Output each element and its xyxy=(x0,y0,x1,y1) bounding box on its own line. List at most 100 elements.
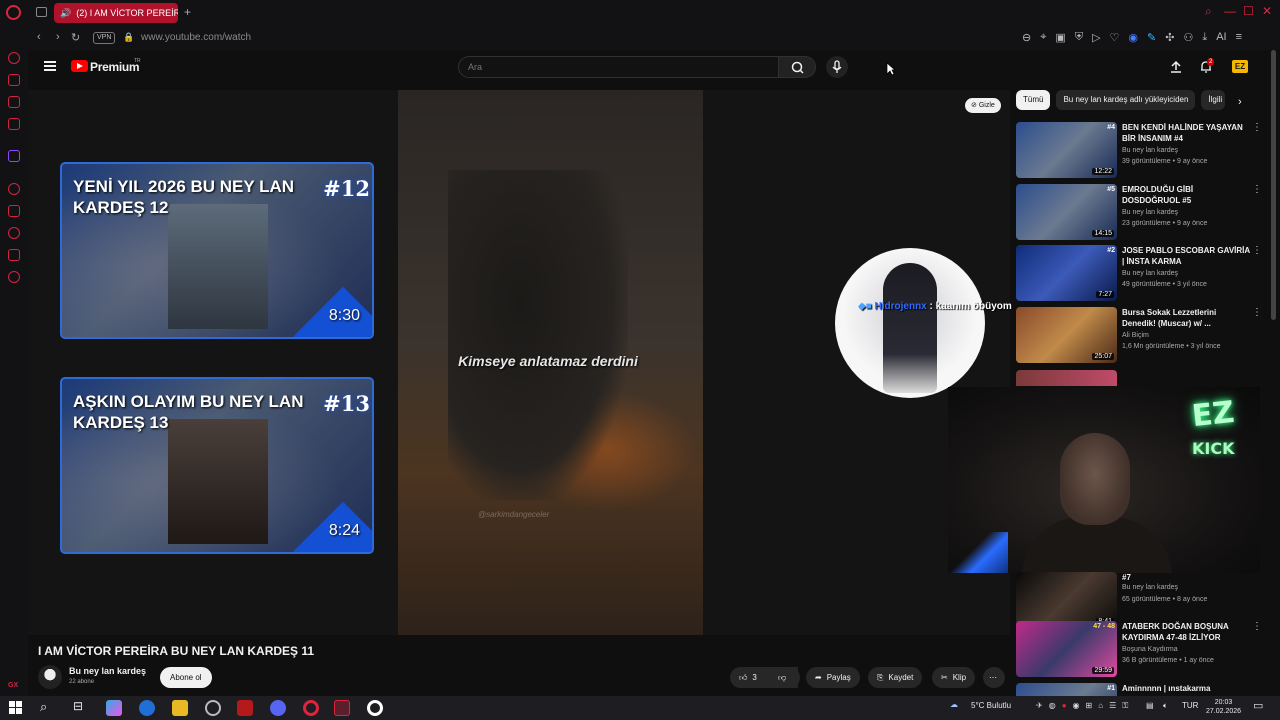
recommendation-thumbnail[interactable]: 47 - 48 29:59 xyxy=(1016,621,1117,677)
reload-icon[interactable]: ↻ xyxy=(71,31,80,44)
player-icon[interactable]: ▷ xyxy=(1092,31,1100,45)
tray-app-icon[interactable]: ✈ xyxy=(1036,701,1043,711)
end-card-video[interactable]: AŞKIN OLAYIM BU NEY LAN KARDEŞ 13 #13 8:… xyxy=(60,377,374,554)
chip-from-uploader[interactable]: Bu ney lan kardeş adlı yükleyiciden xyxy=(1056,90,1196,110)
more-actions-button[interactable]: ⋯ xyxy=(983,667,1005,688)
search-button[interactable] xyxy=(778,56,816,78)
profile-icon[interactable]: ⚇ xyxy=(1183,31,1193,45)
network-icon[interactable]: ▤ xyxy=(1146,701,1154,710)
pin-icon[interactable]: ⌖ xyxy=(1040,31,1046,45)
language-indicator[interactable]: TUR xyxy=(1182,701,1198,710)
back-icon[interactable]: ‹ xyxy=(37,31,41,43)
new-tab-icon[interactable]: + xyxy=(184,5,191,19)
chevron-right-icon[interactable]: › xyxy=(1238,96,1242,108)
channel-name[interactable]: Bu ney lan kardeş xyxy=(69,666,146,676)
end-card-video[interactable]: YENİ YIL 2026 BU NEY LAN KARDEŞ 12 #12 8… xyxy=(60,162,374,339)
chip-all[interactable]: Tümü xyxy=(1016,90,1051,110)
recommendation-thumbnail[interactable]: 25:07 xyxy=(1016,307,1117,363)
more-vertical-icon[interactable]: ⋮ xyxy=(1252,621,1262,632)
recommendation-item[interactable]: 47 - 48 29:59 ATABERK DOĞAN BOŞUNA KAYDIR… xyxy=(1016,621,1266,679)
page-scrollbar[interactable] xyxy=(1271,50,1276,320)
more-vertical-icon[interactable]: ⋮ xyxy=(1252,122,1262,133)
hide-endcards-button[interactable]: ⊘ Gizle xyxy=(965,98,1001,113)
discord-icon[interactable] xyxy=(270,700,286,716)
recommendation-title[interactable]: ATABERK DOĞAN BOŞUNA KAYDIRMA 47-48 İZLİ… xyxy=(1122,621,1250,643)
mods-icon[interactable] xyxy=(8,96,20,108)
maximize-icon[interactable]: ☐ xyxy=(1243,4,1254,18)
translate-icon[interactable]: ✎ xyxy=(1147,31,1156,45)
browser-tab-active[interactable]: 🔊 (2) I AM VİCTOR PEREİRA xyxy=(54,3,178,23)
tray-app-icon[interactable]: ⊞ xyxy=(1086,701,1093,711)
more-vertical-icon[interactable]: ⋮ xyxy=(1252,184,1262,195)
tab-overview-icon[interactable] xyxy=(36,7,47,17)
recommendation-channel[interactable]: Boşuna Kaydırma xyxy=(1122,646,1178,653)
download-icon[interactable]: ⤓ xyxy=(1202,31,1207,45)
search-tabs-icon[interactable]: ⌕ xyxy=(1205,4,1212,19)
recommendation-item[interactable] xyxy=(1016,370,1266,386)
notification-center-icon[interactable]: ▭ xyxy=(1253,699,1263,712)
recommendation-thumbnail[interactable] xyxy=(1016,370,1117,386)
subscribe-button[interactable]: Abone ol xyxy=(160,667,212,688)
upload-icon[interactable] xyxy=(1169,60,1183,74)
lock-icon[interactable]: 🔒 xyxy=(123,32,134,43)
recommendation-thumbnail[interactable]: 8:41 xyxy=(1016,572,1117,628)
recommendation-item[interactable]: #4 12:22 BEN KENDİ HALİNDE YAŞAYAN BİR İN… xyxy=(1016,122,1266,180)
recommendation-item[interactable]: #5 14:15 EMROLDUĞU GİBİ DOSDOĞRUOL #5 Bu … xyxy=(1016,184,1266,242)
hamburger-menu-icon[interactable] xyxy=(44,61,56,71)
windows-start-icon[interactable] xyxy=(9,701,23,715)
messenger-icon[interactable] xyxy=(8,118,20,130)
opera-browser-taskbar-icon[interactable] xyxy=(367,700,383,716)
recommendation-channel[interactable]: Bu ney lan kardeş xyxy=(1122,147,1178,154)
tray-app-icon[interactable]: ⚿ xyxy=(1122,701,1128,711)
copilot-icon[interactable] xyxy=(106,700,122,716)
save-button[interactable]: ⎘ Kaydet xyxy=(868,667,923,688)
share-button[interactable]: ➦ Paylaş xyxy=(806,667,860,688)
edge-icon[interactable] xyxy=(139,700,155,716)
taskbar-clock[interactable]: 20:03 27.02.2026 xyxy=(1206,698,1241,716)
minimize-icon[interactable]: — xyxy=(1224,4,1236,18)
easy-setup-icon[interactable]: ≡ xyxy=(1236,31,1242,45)
zoom-icon[interactable]: ⊖ xyxy=(1022,31,1031,45)
audio-icon[interactable]: ◉ xyxy=(1128,31,1138,45)
video-app-icon[interactable] xyxy=(237,700,253,716)
opera-taskbar-icon[interactable] xyxy=(303,700,319,716)
account-avatar[interactable]: EZ xyxy=(1232,60,1248,73)
downloads-sidebar-icon[interactable] xyxy=(8,249,20,261)
recommendation-channel[interactable]: Bu ney lan kardeş xyxy=(1122,584,1178,591)
ai-icon[interactable]: AI xyxy=(1216,31,1226,45)
search-input[interactable] xyxy=(468,60,768,74)
recommendation-thumbnail[interactable]: #2 7:27 xyxy=(1016,245,1117,301)
file-explorer-icon[interactable] xyxy=(172,700,188,716)
extensions-icon[interactable]: ✣ xyxy=(1165,31,1174,45)
ai-sidebar-icon[interactable] xyxy=(8,52,20,64)
channel-avatar[interactable] xyxy=(38,665,62,689)
gx-corner-icon[interactable] xyxy=(8,74,20,86)
recommendation-title[interactable]: JOSE PABLO ESCOBAR GAVİRİA | İNSTA KARMA xyxy=(1122,245,1250,267)
tray-app-icon[interactable]: ● xyxy=(1062,701,1067,711)
recommendation-item[interactable]: #1 Aminnnnn | ınstakarma xyxy=(1016,683,1266,696)
chip-related[interactable]: İlgili xyxy=(1201,90,1226,110)
search-taskbar-icon[interactable]: ⌕ xyxy=(40,699,47,715)
recommendation-channel[interactable]: Bu ney lan kardeş xyxy=(1122,209,1178,216)
recommendation-channel[interactable]: Ali Biçim xyxy=(1122,332,1149,339)
bookmarks-icon[interactable] xyxy=(8,205,20,217)
recommendation-thumbnail[interactable]: #4 12:22 xyxy=(1016,122,1117,178)
settings-icon[interactable] xyxy=(8,271,20,283)
shield-icon[interactable]: ⛨ xyxy=(1075,31,1083,45)
snapshot-icon[interactable]: ▣ xyxy=(1055,31,1065,45)
recommendation-thumbnail[interactable]: #1 xyxy=(1016,683,1117,696)
opera-gx-taskbar-icon[interactable] xyxy=(334,700,350,716)
more-vertical-icon[interactable]: ⋮ xyxy=(1252,245,1262,256)
youtube-logo-icon[interactable] xyxy=(71,60,88,72)
heart-icon[interactable]: ♡ xyxy=(1110,31,1120,45)
recommendation-title[interactable]: Bursa Sokak Lezzetlerini Denedik! (Musca… xyxy=(1122,307,1250,329)
recommendation-title[interactable]: Aminnnnn | ınstakarma xyxy=(1122,683,1250,694)
opera-logo-icon[interactable] xyxy=(6,5,21,20)
recommendation-thumbnail[interactable]: #5 14:15 xyxy=(1016,184,1117,240)
weather-text[interactable]: 5°C Bulutlu xyxy=(971,701,1011,710)
forward-icon[interactable]: › xyxy=(56,31,60,43)
player-sidebar-icon[interactable] xyxy=(8,183,20,195)
recommendation-title[interactable]: BEN KENDİ HALİNDE YAŞAYAN BİR İNSANIM #4 xyxy=(1122,122,1250,144)
recommendation-title[interactable]: EMROLDUĞU GİBİ DOSDOĞRUOL #5 xyxy=(1122,184,1250,206)
tray-app-icon[interactable]: ⌂ xyxy=(1098,701,1103,711)
